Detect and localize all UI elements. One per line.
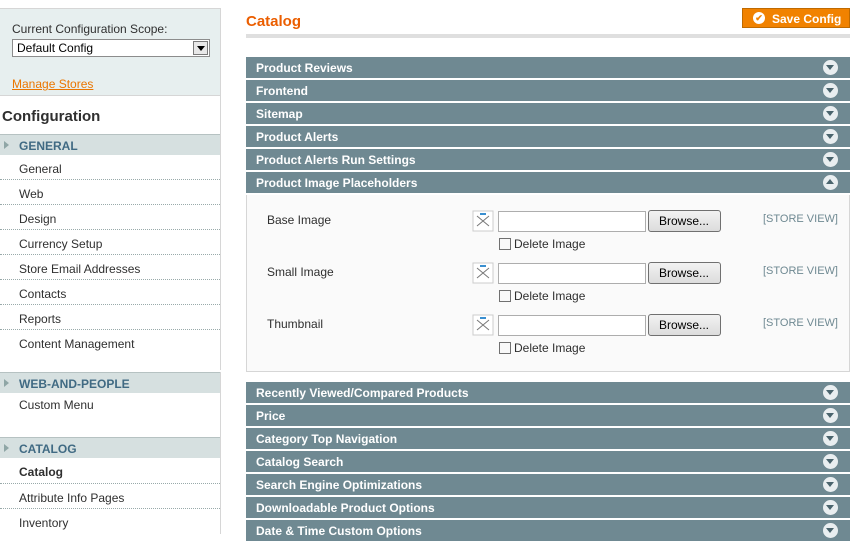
section-downloadable-product-options[interactable]: Downloadable Product Options — [246, 497, 850, 519]
scope-switcher: Current Configuration Scope: Default Con… — [0, 8, 221, 96]
nav-group-catalog: CATALOG Catalog Attribute Info Pages Inv… — [0, 437, 221, 534]
collapse-icon[interactable] — [823, 175, 838, 190]
config-title: Configuration — [2, 108, 101, 125]
expand-icon[interactable] — [823, 523, 838, 538]
section-label: Price — [256, 409, 286, 423]
scope-tag: [STORE VIEW] — [763, 213, 838, 225]
nav-item-web[interactable]: Web — [0, 180, 220, 205]
delete-image-label: Delete Image — [514, 289, 586, 303]
section-label: Frontend — [256, 84, 308, 98]
expand-icon[interactable] — [823, 129, 838, 144]
section-recently-viewed-compared-products[interactable]: Recently Viewed/Compared Products — [246, 382, 850, 404]
expand-icon[interactable] — [823, 60, 838, 75]
field-label-base-image: Base Image — [267, 213, 332, 227]
scope-tag: [STORE VIEW] — [763, 265, 838, 277]
image-preview-icon — [472, 210, 494, 232]
nav-item-catalog[interactable]: Catalog — [0, 458, 220, 484]
small-image-file-input[interactable] — [498, 263, 646, 284]
scope-tag: [STORE VIEW] — [763, 317, 838, 329]
page-title: Catalog — [246, 13, 302, 30]
section-label: Search Engine Optimizations — [256, 478, 423, 492]
section-label: Catalog Search — [256, 455, 344, 469]
section-label: Recently Viewed/Compared Products — [256, 386, 469, 400]
expand-icon[interactable] — [823, 500, 838, 515]
nav-item-custom-menu[interactable]: Custom Menu — [0, 393, 220, 437]
section-label: Product Image Placeholders — [256, 176, 418, 190]
section-label: Product Alerts Run Settings — [256, 153, 416, 167]
section-frontend[interactable]: Frontend — [246, 80, 850, 102]
expand-icon[interactable] — [823, 477, 838, 492]
nav-item-contacts[interactable]: Contacts — [0, 280, 220, 305]
section-product-alerts-run-settings[interactable]: Product Alerts Run Settings — [246, 149, 850, 171]
section-search-engine-optimizations[interactable]: Search Engine Optimizations — [246, 474, 850, 496]
section-label: Date & Time Custom Options — [256, 524, 422, 538]
nav-item-general[interactable]: General — [0, 155, 220, 180]
expand-icon[interactable] — [823, 454, 838, 469]
section-product-reviews[interactable]: Product Reviews — [246, 57, 850, 79]
section-price[interactable]: Price — [246, 405, 850, 427]
nav-heading-catalog[interactable]: CATALOG — [0, 437, 220, 458]
scope-select-value: Default Config — [17, 41, 94, 55]
expand-icon[interactable] — [823, 408, 838, 423]
nav-heading-general[interactable]: GENERAL — [0, 134, 220, 155]
nav-item-content-management[interactable]: Content Management — [0, 330, 220, 370]
nav-group-web-and-people: WEB-AND-PEOPLE Custom Menu — [0, 372, 221, 437]
nav-item-attribute-info-pages[interactable]: Attribute Info Pages — [0, 484, 220, 509]
scope-label: Current Configuration Scope: — [12, 22, 168, 36]
delete-image-label: Delete Image — [514, 341, 586, 355]
nav-item-store-email-addresses[interactable]: Store Email Addresses — [0, 255, 220, 280]
chevron-down-icon[interactable] — [193, 41, 208, 55]
nav-group-general: GENERAL General Web Design Currency Setu… — [0, 134, 221, 370]
save-config-button[interactable]: ✔ Save Config — [742, 8, 850, 28]
section-label: Downloadable Product Options — [256, 501, 435, 515]
delete-image-label: Delete Image — [514, 237, 586, 251]
base-image-delete-checkbox[interactable] — [499, 238, 511, 250]
image-preview-icon — [472, 262, 494, 284]
expand-icon[interactable] — [823, 83, 838, 98]
section-label: Category Top Navigation — [256, 432, 398, 446]
field-label-thumbnail: Thumbnail — [267, 317, 324, 331]
field-label-small-image: Small Image — [267, 265, 334, 279]
base-image-browse-button[interactable]: Browse... — [648, 210, 721, 232]
title-divider — [246, 34, 850, 38]
small-image-delete-checkbox[interactable] — [499, 290, 511, 302]
check-icon: ✔ — [753, 12, 765, 24]
expand-icon[interactable] — [823, 152, 838, 167]
section-catalog-search[interactable]: Catalog Search — [246, 451, 850, 473]
section-label: Sitemap — [256, 107, 303, 121]
nav-item-reports[interactable]: Reports — [0, 305, 220, 330]
expand-icon[interactable] — [823, 385, 838, 400]
scope-select[interactable]: Default Config — [12, 39, 210, 57]
nav-item-inventory[interactable]: Inventory — [0, 509, 220, 534]
sidebar: Current Configuration Scope: Default Con… — [0, 0, 221, 546]
section-category-top-navigation[interactable]: Category Top Navigation — [246, 428, 850, 450]
base-image-file-input[interactable] — [498, 211, 646, 232]
small-image-browse-button[interactable]: Browse... — [648, 262, 721, 284]
thumbnail-browse-button[interactable]: Browse... — [648, 314, 721, 336]
nav-item-design[interactable]: Design — [0, 205, 220, 230]
expand-icon[interactable] — [823, 431, 838, 446]
nav-item-currency-setup[interactable]: Currency Setup — [0, 230, 220, 255]
nav-heading-web-and-people[interactable]: WEB-AND-PEOPLE — [0, 372, 220, 393]
save-config-label: Save Config — [772, 12, 842, 26]
image-placeholders-panel: Base Image Browse... [STORE VIEW] Delete… — [246, 195, 850, 372]
thumbnail-delete-checkbox[interactable] — [499, 342, 511, 354]
section-date-time-custom-options[interactable]: Date & Time Custom Options — [246, 520, 850, 542]
section-product-alerts[interactable]: Product Alerts — [246, 126, 850, 148]
expand-icon[interactable] — [823, 106, 838, 121]
thumbnail-file-input[interactable] — [498, 315, 646, 336]
image-preview-icon — [472, 314, 494, 336]
section-product-image-placeholders[interactable]: Product Image Placeholders — [246, 172, 850, 194]
section-label: Product Reviews — [256, 61, 353, 75]
section-label: Product Alerts — [256, 130, 339, 144]
manage-stores-link[interactable]: Manage Stores — [12, 77, 93, 91]
section-sitemap[interactable]: Sitemap — [246, 103, 850, 125]
